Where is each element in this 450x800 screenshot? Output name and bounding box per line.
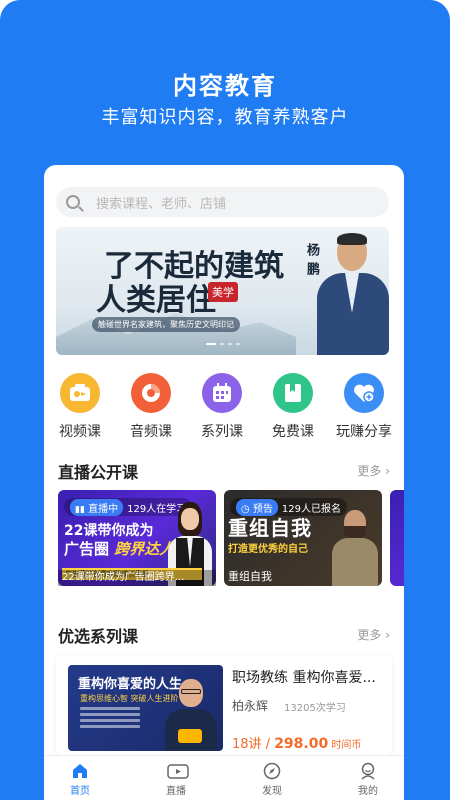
- discover-icon: [263, 762, 281, 780]
- more-label: 更多: [357, 628, 382, 642]
- banner-dot: [235, 343, 240, 345]
- banner-dot: [219, 343, 224, 345]
- series-course-price: 18讲 / 298.00 时间币: [232, 733, 361, 752]
- tab-label: 直播: [166, 786, 186, 797]
- series-course-learners: 13205次学习: [284, 703, 346, 714]
- live-card-headline: 22课带你成为: [64, 523, 154, 539]
- chevron-right-icon: ›: [385, 628, 390, 642]
- free-course-icon: [273, 373, 313, 413]
- live-badge-label: 直播中: [88, 503, 119, 515]
- banner-seal: 美学: [208, 282, 238, 302]
- hero-title: 内容教育: [173, 72, 277, 100]
- category-label: 视频课: [59, 424, 101, 440]
- video-course-icon: [60, 373, 100, 413]
- banner-dot: [205, 343, 216, 345]
- banner-teacher-photo: [315, 233, 389, 355]
- live-card-footer: 22课带你成为广告圈跨界...: [58, 570, 216, 586]
- thumb-stamp: [178, 729, 202, 743]
- banner-pagination: [56, 343, 389, 345]
- category-series-course[interactable]: 系列课: [187, 373, 257, 441]
- tab-label: 首页: [70, 786, 90, 797]
- headline-part: 广告圈: [64, 540, 110, 558]
- tab-live[interactable]: 直播: [140, 762, 212, 797]
- headline-highlight: 跨界达人: [114, 540, 175, 558]
- category-free-course[interactable]: 免费课: [258, 373, 328, 441]
- category-label: 音频课: [130, 424, 172, 440]
- audio-course-icon: [131, 373, 171, 413]
- series-more-link[interactable]: 更多 ›: [357, 626, 390, 643]
- chevron-right-icon: ›: [385, 464, 390, 478]
- live-card-subline: 打造更优秀的自己: [228, 544, 308, 555]
- hero-subtitle: 丰富知识内容，教育养熟客户: [101, 107, 349, 128]
- tab-profile[interactable]: 我的: [332, 762, 404, 797]
- thumb-subtitle: 重构思维心智 突破人生进阶: [80, 694, 179, 703]
- live-more-link[interactable]: 更多 ›: [357, 462, 390, 479]
- live-card-footer-text: 22课带你成为广告圈跨界...: [58, 570, 216, 586]
- live-card-peek[interactable]: [390, 490, 404, 586]
- live-section-title: 直播公开课: [58, 463, 139, 482]
- live-card-headline: 重组自我: [228, 516, 312, 540]
- category-video-course[interactable]: 视频课: [45, 373, 115, 441]
- series-section-title: 优选系列课: [58, 627, 139, 646]
- banner-dot: [227, 343, 232, 345]
- series-course-icon: [202, 373, 242, 413]
- live-icon: [167, 762, 189, 780]
- category-row: 视频课 音频课 系列课 免费课 玩赚分享: [44, 373, 404, 443]
- bottom-tab-bar: 首页 直播 发现 我的: [44, 755, 404, 800]
- tab-discover[interactable]: 发现: [236, 762, 308, 797]
- category-label: 免费课: [272, 424, 314, 440]
- promo-banner[interactable]: 了不起的建筑 人类居住 美学 触碰世界名家建筑，聚焦历史文明印记 杨鹏: [56, 227, 389, 355]
- live-card-headline-2: 广告圈 跨界达人: [64, 538, 174, 559]
- price-unit: 时间币: [328, 740, 362, 751]
- series-course-thumbnail: 重构你喜爱的人生 重构思维心智 突破人生进阶: [68, 665, 223, 751]
- more-label: 更多: [357, 464, 382, 478]
- thumb-text-lines: [80, 707, 140, 731]
- tab-label: 我的: [358, 786, 378, 797]
- share-earn-icon: [344, 373, 384, 413]
- category-audio-course[interactable]: 音频课: [116, 373, 186, 441]
- tab-home[interactable]: 首页: [44, 762, 116, 797]
- category-label: 玩赚分享: [336, 424, 392, 440]
- live-host-photo: [332, 510, 378, 586]
- live-card[interactable]: ◷ 预告 129人已报名 重组自我 打造更优秀的自己 重组自我: [224, 490, 382, 586]
- home-icon: [71, 762, 89, 780]
- series-course-title: 职场教练 重构你喜爱...: [232, 670, 376, 686]
- series-course-teacher: 柏永辉: [232, 699, 269, 713]
- search-input[interactable]: 搜索课程、老师、店铺: [56, 187, 389, 217]
- live-card-footer-text: 重组自我: [228, 570, 272, 583]
- price-value: 298.00: [274, 736, 329, 752]
- live-bars-icon: ▮▮: [75, 504, 85, 515]
- category-share-earn[interactable]: 玩赚分享: [329, 373, 399, 441]
- search-icon: [66, 195, 80, 209]
- profile-icon: [359, 762, 377, 780]
- series-course-card[interactable]: 重构你喜爱的人生 重构思维心智 突破人生进阶 职场教练 重构你喜爱... 柏永辉…: [56, 655, 392, 755]
- banner-title-line2: 人类居住: [96, 283, 216, 318]
- tab-label: 发现: [262, 786, 282, 797]
- search-placeholder: 搜索课程、老师、店铺: [96, 196, 227, 212]
- lesson-count: 18讲 /: [232, 737, 275, 752]
- banner-caption: 触碰世界名家建筑，聚焦历史文明印记: [92, 317, 240, 332]
- category-label: 系列课: [201, 424, 243, 440]
- app-screen: 搜索课程、老师、店铺 了不起的建筑 人类居住 美学 触碰世界名家建筑，聚焦历史文…: [44, 165, 404, 800]
- live-tag: ▮▮ 直播中: [70, 498, 124, 516]
